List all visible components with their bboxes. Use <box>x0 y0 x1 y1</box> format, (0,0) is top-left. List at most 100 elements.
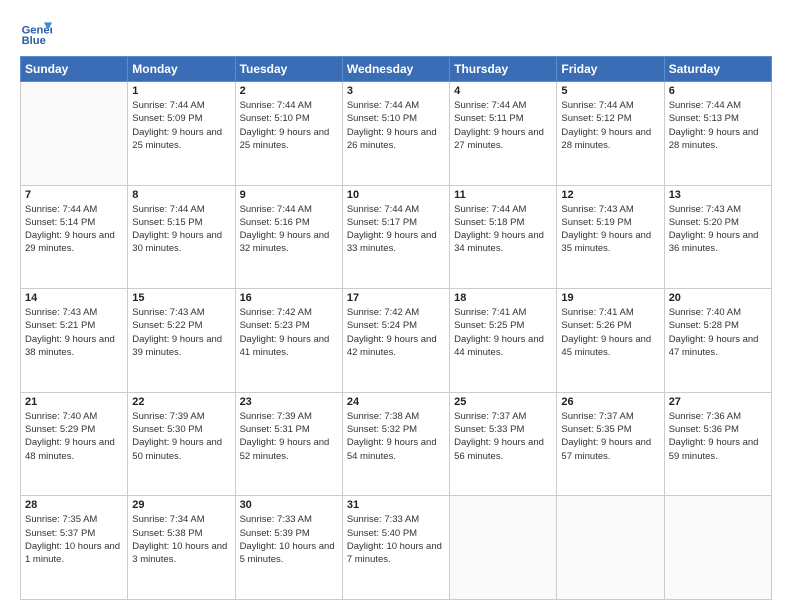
sunset: Sunset: 5:16 PM <box>240 217 310 228</box>
sunrise: Sunrise: 7:44 AM <box>132 204 204 215</box>
calendar-table: SundayMondayTuesdayWednesdayThursdayFrid… <box>20 56 772 600</box>
calendar-cell: 11 Sunrise: 7:44 AM Sunset: 5:18 PM Dayl… <box>450 185 557 289</box>
daylight: Daylight: 9 hours and 42 minutes. <box>347 334 437 358</box>
cell-info: Sunrise: 7:44 AM Sunset: 5:18 PM Dayligh… <box>454 203 552 256</box>
sunset: Sunset: 5:38 PM <box>132 528 202 539</box>
day-number: 8 <box>132 189 230 201</box>
daylight: Daylight: 10 hours and 7 minutes. <box>347 541 442 565</box>
calendar-cell: 7 Sunrise: 7:44 AM Sunset: 5:14 PM Dayli… <box>21 185 128 289</box>
daylight: Daylight: 9 hours and 48 minutes. <box>25 437 115 461</box>
daylight: Daylight: 10 hours and 1 minute. <box>25 541 120 565</box>
weekday-header-sunday: Sunday <box>21 57 128 82</box>
sunrise: Sunrise: 7:44 AM <box>132 100 204 111</box>
day-number: 12 <box>561 189 659 201</box>
weekday-header-friday: Friday <box>557 57 664 82</box>
sunset: Sunset: 5:22 PM <box>132 320 202 331</box>
sunrise: Sunrise: 7:34 AM <box>132 514 204 525</box>
logo: General Blue <box>20 16 56 48</box>
day-number: 20 <box>669 292 767 304</box>
daylight: Daylight: 9 hours and 57 minutes. <box>561 437 651 461</box>
day-number: 9 <box>240 189 338 201</box>
sunrise: Sunrise: 7:40 AM <box>25 411 97 422</box>
calendar-cell: 31 Sunrise: 7:33 AM Sunset: 5:40 PM Dayl… <box>342 496 449 600</box>
cell-info: Sunrise: 7:44 AM Sunset: 5:13 PM Dayligh… <box>669 99 767 152</box>
calendar-cell <box>450 496 557 600</box>
sunrise: Sunrise: 7:44 AM <box>25 204 97 215</box>
week-row-0: 1 Sunrise: 7:44 AM Sunset: 5:09 PM Dayli… <box>21 82 772 186</box>
cell-info: Sunrise: 7:38 AM Sunset: 5:32 PM Dayligh… <box>347 410 445 463</box>
calendar-cell: 13 Sunrise: 7:43 AM Sunset: 5:20 PM Dayl… <box>664 185 771 289</box>
calendar-cell: 25 Sunrise: 7:37 AM Sunset: 5:33 PM Dayl… <box>450 392 557 496</box>
calendar-cell: 23 Sunrise: 7:39 AM Sunset: 5:31 PM Dayl… <box>235 392 342 496</box>
cell-info: Sunrise: 7:41 AM Sunset: 5:26 PM Dayligh… <box>561 306 659 359</box>
weekday-header-monday: Monday <box>128 57 235 82</box>
calendar-cell: 1 Sunrise: 7:44 AM Sunset: 5:09 PM Dayli… <box>128 82 235 186</box>
weekday-header-thursday: Thursday <box>450 57 557 82</box>
sunrise: Sunrise: 7:33 AM <box>240 514 312 525</box>
sunset: Sunset: 5:26 PM <box>561 320 631 331</box>
sunset: Sunset: 5:10 PM <box>347 113 417 124</box>
calendar-cell: 16 Sunrise: 7:42 AM Sunset: 5:23 PM Dayl… <box>235 289 342 393</box>
day-number: 21 <box>25 396 123 408</box>
calendar-cell: 30 Sunrise: 7:33 AM Sunset: 5:39 PM Dayl… <box>235 496 342 600</box>
sunrise: Sunrise: 7:44 AM <box>454 100 526 111</box>
sunset: Sunset: 5:24 PM <box>347 320 417 331</box>
cell-info: Sunrise: 7:34 AM Sunset: 5:38 PM Dayligh… <box>132 513 230 566</box>
sunset: Sunset: 5:14 PM <box>25 217 95 228</box>
daylight: Daylight: 9 hours and 52 minutes. <box>240 437 330 461</box>
day-number: 30 <box>240 499 338 511</box>
sunrise: Sunrise: 7:36 AM <box>669 411 741 422</box>
weekday-header-saturday: Saturday <box>664 57 771 82</box>
daylight: Daylight: 9 hours and 34 minutes. <box>454 230 544 254</box>
header: General Blue <box>20 16 772 48</box>
sunset: Sunset: 5:35 PM <box>561 424 631 435</box>
daylight: Daylight: 9 hours and 47 minutes. <box>669 334 759 358</box>
calendar-cell <box>664 496 771 600</box>
calendar-cell: 14 Sunrise: 7:43 AM Sunset: 5:21 PM Dayl… <box>21 289 128 393</box>
day-number: 10 <box>347 189 445 201</box>
sunrise: Sunrise: 7:44 AM <box>454 204 526 215</box>
sunrise: Sunrise: 7:40 AM <box>669 307 741 318</box>
sunset: Sunset: 5:23 PM <box>240 320 310 331</box>
sunset: Sunset: 5:20 PM <box>669 217 739 228</box>
sunrise: Sunrise: 7:44 AM <box>347 204 419 215</box>
sunset: Sunset: 5:09 PM <box>132 113 202 124</box>
day-number: 24 <box>347 396 445 408</box>
daylight: Daylight: 9 hours and 32 minutes. <box>240 230 330 254</box>
sunrise: Sunrise: 7:44 AM <box>240 100 312 111</box>
sunrise: Sunrise: 7:44 AM <box>240 204 312 215</box>
day-number: 3 <box>347 85 445 97</box>
daylight: Daylight: 9 hours and 54 minutes. <box>347 437 437 461</box>
cell-info: Sunrise: 7:35 AM Sunset: 5:37 PM Dayligh… <box>25 513 123 566</box>
sunrise: Sunrise: 7:41 AM <box>561 307 633 318</box>
calendar-cell: 8 Sunrise: 7:44 AM Sunset: 5:15 PM Dayli… <box>128 185 235 289</box>
day-number: 26 <box>561 396 659 408</box>
calendar-cell: 19 Sunrise: 7:41 AM Sunset: 5:26 PM Dayl… <box>557 289 664 393</box>
sunrise: Sunrise: 7:39 AM <box>240 411 312 422</box>
day-number: 11 <box>454 189 552 201</box>
calendar-cell: 29 Sunrise: 7:34 AM Sunset: 5:38 PM Dayl… <box>128 496 235 600</box>
calendar-cell: 6 Sunrise: 7:44 AM Sunset: 5:13 PM Dayli… <box>664 82 771 186</box>
cell-info: Sunrise: 7:44 AM Sunset: 5:12 PM Dayligh… <box>561 99 659 152</box>
sunrise: Sunrise: 7:39 AM <box>132 411 204 422</box>
daylight: Daylight: 9 hours and 33 minutes. <box>347 230 437 254</box>
day-number: 16 <box>240 292 338 304</box>
calendar-cell: 15 Sunrise: 7:43 AM Sunset: 5:22 PM Dayl… <box>128 289 235 393</box>
sunrise: Sunrise: 7:38 AM <box>347 411 419 422</box>
sunset: Sunset: 5:11 PM <box>454 113 524 124</box>
day-number: 19 <box>561 292 659 304</box>
sunset: Sunset: 5:10 PM <box>240 113 310 124</box>
cell-info: Sunrise: 7:44 AM Sunset: 5:14 PM Dayligh… <box>25 203 123 256</box>
day-number: 28 <box>25 499 123 511</box>
calendar-cell: 17 Sunrise: 7:42 AM Sunset: 5:24 PM Dayl… <box>342 289 449 393</box>
weekday-header-wednesday: Wednesday <box>342 57 449 82</box>
sunrise: Sunrise: 7:44 AM <box>347 100 419 111</box>
sunset: Sunset: 5:17 PM <box>347 217 417 228</box>
cell-info: Sunrise: 7:43 AM Sunset: 5:20 PM Dayligh… <box>669 203 767 256</box>
cell-info: Sunrise: 7:40 AM Sunset: 5:28 PM Dayligh… <box>669 306 767 359</box>
cell-info: Sunrise: 7:36 AM Sunset: 5:36 PM Dayligh… <box>669 410 767 463</box>
calendar-cell: 26 Sunrise: 7:37 AM Sunset: 5:35 PM Dayl… <box>557 392 664 496</box>
calendar-cell: 27 Sunrise: 7:36 AM Sunset: 5:36 PM Dayl… <box>664 392 771 496</box>
cell-info: Sunrise: 7:44 AM Sunset: 5:16 PM Dayligh… <box>240 203 338 256</box>
calendar-cell: 20 Sunrise: 7:40 AM Sunset: 5:28 PM Dayl… <box>664 289 771 393</box>
